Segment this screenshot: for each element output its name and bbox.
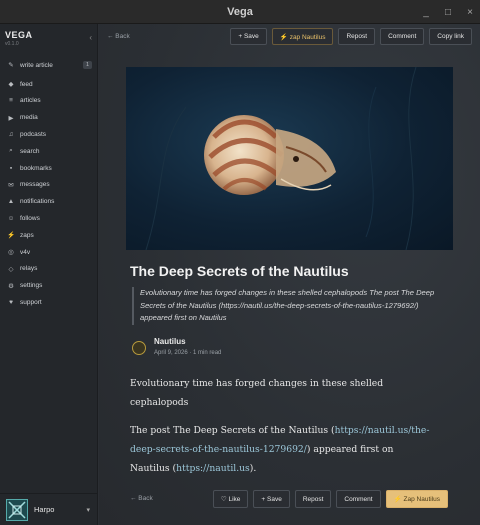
- article-hero-image: [126, 67, 453, 250]
- bell-icon: ▲: [7, 198, 15, 206]
- sidebar-item-notifications[interactable]: ▲ notifications: [0, 193, 98, 210]
- sidebar-item-feed[interactable]: ◆ feed: [0, 76, 98, 93]
- collapse-sidebar-icon[interactable]: ‹: [89, 33, 92, 42]
- article-footer-actions: ← Back ♡ Like + Save Repost Comment ⚡ Za…: [99, 488, 480, 510]
- app-version: v0.1.0: [5, 41, 19, 47]
- sidebar-item-bookmarks[interactable]: ▪ bookmarks: [0, 160, 98, 177]
- gear-icon: ⚙: [8, 282, 14, 290]
- footer-actions: ♡ Like + Save Repost Comment ⚡ Zap Nauti…: [212, 490, 448, 508]
- sidebar-item-label: articles: [20, 97, 41, 105]
- back-link[interactable]: ← Back: [107, 33, 130, 40]
- account-switcher[interactable]: Harpo ▾: [0, 493, 98, 525]
- chevron-down-icon: ▾: [86, 506, 90, 514]
- article-paragraph: The post The Deep Secrets of the Nautilu…: [130, 421, 430, 478]
- article-title: The Deep Secrets of the Nautilus: [130, 263, 349, 279]
- article-body: Evolutionary time has forged changes in …: [130, 374, 430, 487]
- relay-icon: ◇: [8, 265, 14, 273]
- sidebar-item-follows[interactable]: ☺ follows: [0, 210, 98, 227]
- sidebar-item-label: bookmarks: [20, 164, 52, 172]
- maximize-button[interactable]: □: [444, 7, 452, 18]
- sidebar-item-label: write article: [20, 61, 53, 69]
- lightning-icon: ⚡: [6, 232, 16, 240]
- minimize-button[interactable]: _: [422, 7, 430, 18]
- bookmark-icon: ▪: [9, 164, 13, 172]
- sidebar-item-label: follows: [20, 215, 40, 223]
- sidebar-item-label: podcasts: [20, 131, 47, 139]
- sidebar-item-label: v4v: [20, 248, 31, 256]
- sidebar-item-media[interactable]: ▶ media: [0, 109, 98, 126]
- window-controls: _ □ ×: [422, 0, 474, 24]
- nautilus-illustration: [145, 67, 417, 250]
- back-link-bottom[interactable]: ← Back: [130, 495, 153, 502]
- sidebar-item-v4v[interactable]: ◎ v4v: [0, 244, 98, 261]
- avatar: [6, 498, 28, 521]
- comment-button-bottom[interactable]: Comment: [336, 490, 381, 508]
- heart-icon: ♥: [9, 299, 13, 307]
- brand: VEGA v0.1.0: [5, 30, 33, 47]
- article-paragraph: Evolutionary time has forged changes in …: [130, 378, 384, 408]
- paragraph-text: The post The Deep Secrets of the Nautilu…: [130, 425, 335, 436]
- article-view: ← Back + Save ⚡ zap Nautilus Repost Comm…: [99, 24, 480, 525]
- title-bar: Vega _ □ ×: [0, 0, 480, 24]
- toolbar-actions: + Save ⚡ zap Nautilus Repost Comment Cop…: [230, 28, 472, 45]
- envelope-icon: ✉: [8, 181, 14, 189]
- avatar-pattern-icon: [7, 499, 27, 520]
- sidebar-item-support[interactable]: ♥ support: [0, 294, 98, 311]
- comment-button[interactable]: Comment: [380, 28, 425, 45]
- sidebar-item-label: relays: [20, 265, 38, 273]
- author-avatar: [132, 341, 146, 355]
- sidebar-item-label: search: [20, 147, 40, 155]
- sidebar-item-relays[interactable]: ◇ relays: [0, 261, 98, 278]
- sidebar-item-label: feed: [20, 80, 33, 88]
- search-icon: ⌕: [9, 147, 13, 155]
- sidebar-item-podcasts[interactable]: ♫ podcasts: [0, 126, 98, 143]
- paragraph-text: ).: [249, 463, 257, 474]
- repost-button[interactable]: Repost: [338, 28, 376, 45]
- brand-name: VEGA: [5, 30, 33, 40]
- like-button[interactable]: ♡ Like: [212, 490, 249, 508]
- sidebar-item-label: support: [20, 299, 42, 307]
- sidebar-nav: ✎ write article 1 ◆ feed ≡ articles ▶ me…: [0, 57, 98, 311]
- satellite-icon: ◎: [8, 249, 14, 257]
- draft-count-badge: 1: [82, 61, 92, 70]
- author-info: Nautilus April 9, 2026 · 1 min read: [154, 337, 221, 356]
- author-name: Nautilus: [154, 337, 186, 346]
- sidebar-item-articles[interactable]: ≡ articles: [0, 93, 98, 110]
- sidebar-item-write-article[interactable]: ✎ write article 1: [0, 57, 98, 74]
- feed-icon: ◆: [8, 81, 14, 89]
- copy-link-button[interactable]: Copy link: [429, 28, 472, 45]
- sidebar-item-label: zaps: [20, 231, 34, 239]
- people-icon: ☺: [7, 215, 15, 223]
- article-meta: April 9, 2026 · 1 min read: [154, 350, 222, 356]
- article-summary: Evolutionary time has forged changes in …: [132, 287, 442, 325]
- sidebar-item-messages[interactable]: ✉ messages: [0, 177, 98, 194]
- sidebar-item-label: settings: [20, 282, 43, 290]
- save-button-bottom[interactable]: + Save: [253, 490, 290, 508]
- zap-author-button-bottom[interactable]: ⚡ Zap Nautilus: [385, 490, 448, 508]
- nautilus-home-link[interactable]: https://nautil.us: [176, 463, 250, 474]
- sidebar-item-label: notifications: [20, 198, 55, 206]
- sidebar-item-settings[interactable]: ⚙ settings: [0, 277, 98, 294]
- microphone-icon: ♫: [8, 131, 14, 139]
- save-button[interactable]: + Save: [230, 28, 267, 45]
- articles-icon: ≡: [9, 97, 13, 105]
- sidebar-item-search[interactable]: ⌕ search: [0, 143, 98, 160]
- sidebar-item-label: media: [20, 114, 38, 122]
- author-byline[interactable]: Nautilus April 9, 2026 · 1 min read: [132, 337, 221, 356]
- play-icon: ▶: [8, 114, 14, 122]
- user-name: Harpo: [34, 505, 55, 514]
- close-button[interactable]: ×: [466, 7, 474, 18]
- sidebar-item-zaps[interactable]: ⚡ zaps: [0, 227, 98, 244]
- pencil-icon: ✎: [8, 62, 14, 70]
- window-title: Vega: [227, 5, 253, 18]
- sidebar-item-label: messages: [20, 181, 50, 189]
- article-toolbar: ← Back + Save ⚡ zap Nautilus Repost Comm…: [99, 24, 480, 50]
- repost-button-bottom[interactable]: Repost: [294, 490, 332, 508]
- sidebar: VEGA v0.1.0 ‹ ✎ write article 1 ◆ feed ≡…: [0, 24, 98, 525]
- zap-author-button[interactable]: ⚡ zap Nautilus: [271, 28, 334, 45]
